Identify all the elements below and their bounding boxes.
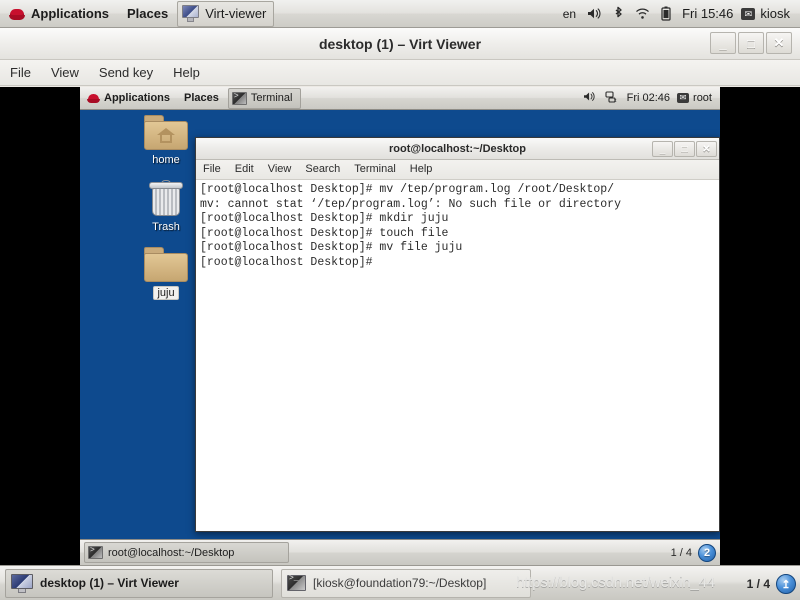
desktop-icon-trash-label: Trash <box>152 221 180 233</box>
terminal-output[interactable]: [root@localhost Desktop]# mv /tep/progra… <box>196 181 719 531</box>
host-taskbar-item-virt-viewer[interactable]: desktop (1) – Virt Viewer <box>5 568 273 598</box>
host-applications-label: Applications <box>31 6 110 21</box>
screen-root: Applications Places Virt-viewer en Fri 1… <box>0 0 800 600</box>
terminal-menu-view[interactable]: View <box>261 160 299 179</box>
desktop-icon-trash[interactable]: Trash <box>128 180 204 233</box>
terminal-menu-help[interactable]: Help <box>403 160 440 179</box>
vm-top-panel: Applications Places Terminal x <box>80 87 720 110</box>
vm-applications-menu[interactable]: Applications <box>80 87 177 110</box>
vm-bottom-taskbar: root@localhost:~/Desktop 1 / 4 2 <box>80 539 720 565</box>
vm-workspace-switcher[interactable]: 1 / 4 <box>671 547 692 559</box>
host-window-task-virt-viewer[interactable]: Virt-viewer <box>177 0 275 27</box>
monitor-icon <box>181 5 200 22</box>
host-notification-badge[interactable]: ↥ <box>776 574 796 594</box>
battery-icon[interactable] <box>661 6 671 21</box>
home-folder-icon <box>144 115 188 151</box>
host-applications-menu[interactable]: Applications <box>0 0 118 28</box>
vm-user-label: root <box>693 92 712 104</box>
vm-screen[interactable]: Applications Places Terminal x <box>80 87 720 565</box>
trash-icon <box>146 180 186 218</box>
terminal-menu-file[interactable]: File <box>196 160 228 179</box>
minimize-button[interactable]: _ <box>710 32 736 54</box>
terminal-icon <box>88 546 103 559</box>
desktop-icon-home-label: home <box>152 154 180 166</box>
vm-taskbar-item-terminal[interactable]: root@localhost:~/Desktop <box>84 542 289 563</box>
host-workspace-switcher[interactable]: 1 / 4 <box>747 577 770 591</box>
terminal-icon <box>231 91 247 105</box>
svg-text:x: x <box>614 98 617 103</box>
vm-window-task-label: Terminal <box>250 92 293 104</box>
terminal-maximize-button[interactable]: □ <box>674 141 695 157</box>
vm-taskbar-item-label: root@localhost:~/Desktop <box>108 546 235 559</box>
desktop-icon-juju[interactable]: juju <box>128 247 204 300</box>
host-user-menu[interactable]: ✉ kiosk <box>741 6 800 21</box>
terminal-close-button[interactable]: ✕ <box>696 141 717 157</box>
vm-system-tray: x Fri 02:46 <box>583 90 677 106</box>
redhat-icon <box>87 92 100 104</box>
volume-icon[interactable] <box>583 91 596 105</box>
host-taskbar-item-virt-viewer-label: desktop (1) – Virt Viewer <box>40 576 179 590</box>
terminal-window[interactable]: root@localhost:~/Desktop _ □ ✕ File Edit… <box>195 137 720 532</box>
host-user-label: kiosk <box>760 6 790 21</box>
host-top-panel: Applications Places Virt-viewer en Fri 1… <box>0 0 800 28</box>
monitor-icon <box>11 573 33 593</box>
vm-user-menu[interactable]: ✉ root <box>677 92 720 104</box>
host-system-tray: en Fri 15:46 <box>563 6 742 21</box>
host-places-menu[interactable]: Places <box>118 0 177 28</box>
keyboard-layout-indicator[interactable]: en <box>563 7 576 21</box>
vm-notification-badge[interactable]: 2 <box>698 543 716 562</box>
terminal-title: root@localhost:~/Desktop <box>389 142 526 155</box>
terminal-menubar: File Edit View Search Terminal Help <box>196 160 719 180</box>
network-disconnected-icon[interactable]: x <box>605 90 618 106</box>
host-window-task-label: Virt-viewer <box>205 6 267 21</box>
virt-viewer-window: desktop (1) – Virt Viewer _ □ ✕ File Vie… <box>0 28 800 565</box>
terminal-icon <box>287 574 306 591</box>
menu-send-key[interactable]: Send key <box>89 60 163 85</box>
desktop-icon-home[interactable]: home <box>128 115 204 166</box>
terminal-titlebar[interactable]: root@localhost:~/Desktop _ □ ✕ <box>196 138 719 160</box>
virt-viewer-titlebar[interactable]: desktop (1) – Virt Viewer _ □ ✕ <box>0 28 800 60</box>
menu-file[interactable]: File <box>0 60 41 85</box>
virt-viewer-window-controls: _ □ ✕ <box>710 32 792 54</box>
terminal-menu-terminal[interactable]: Terminal <box>347 160 403 179</box>
message-icon: ✉ <box>677 93 690 103</box>
watermark-text: https://blog.csdn.net/weixin_44 <box>516 574 715 591</box>
terminal-minimize-button[interactable]: _ <box>652 141 673 157</box>
redhat-icon <box>9 6 25 21</box>
vm-applications-label: Applications <box>104 92 171 104</box>
maximize-button[interactable]: □ <box>738 32 764 54</box>
vm-window-task-terminal[interactable]: Terminal <box>227 87 302 109</box>
message-icon: ✉ <box>741 7 756 20</box>
menu-help[interactable]: Help <box>163 60 210 85</box>
vm-display-area[interactable]: Applications Places Terminal x <box>0 87 800 565</box>
vm-places-menu[interactable]: Places <box>177 87 226 110</box>
terminal-window-controls: _ □ ✕ <box>652 141 717 157</box>
host-taskbar-item-terminal-label: [kiosk@foundation79:~/Desktop] <box>313 576 487 590</box>
terminal-menu-search[interactable]: Search <box>298 160 347 179</box>
virt-viewer-menubar: File View Send key Help <box>0 60 800 86</box>
wifi-icon[interactable] <box>635 7 650 20</box>
close-button[interactable]: ✕ <box>766 32 792 54</box>
bluetooth-icon[interactable] <box>613 6 624 21</box>
volume-icon[interactable] <box>587 7 602 20</box>
terminal-menu-edit[interactable]: Edit <box>228 160 261 179</box>
menu-view[interactable]: View <box>41 60 89 85</box>
desktop-icon-juju-label: juju <box>153 286 179 300</box>
vm-desktop-icons: home Trash juju <box>128 115 204 314</box>
vm-clock[interactable]: Fri 02:46 <box>627 92 670 104</box>
folder-icon <box>144 247 188 283</box>
host-clock[interactable]: Fri 15:46 <box>682 6 733 21</box>
host-taskbar-item-terminal[interactable]: [kiosk@foundation79:~/Desktop] <box>281 568 531 598</box>
virt-viewer-title: desktop (1) – Virt Viewer <box>318 35 482 52</box>
host-bottom-taskbar: desktop (1) – Virt Viewer [kiosk@foundat… <box>0 565 800 600</box>
